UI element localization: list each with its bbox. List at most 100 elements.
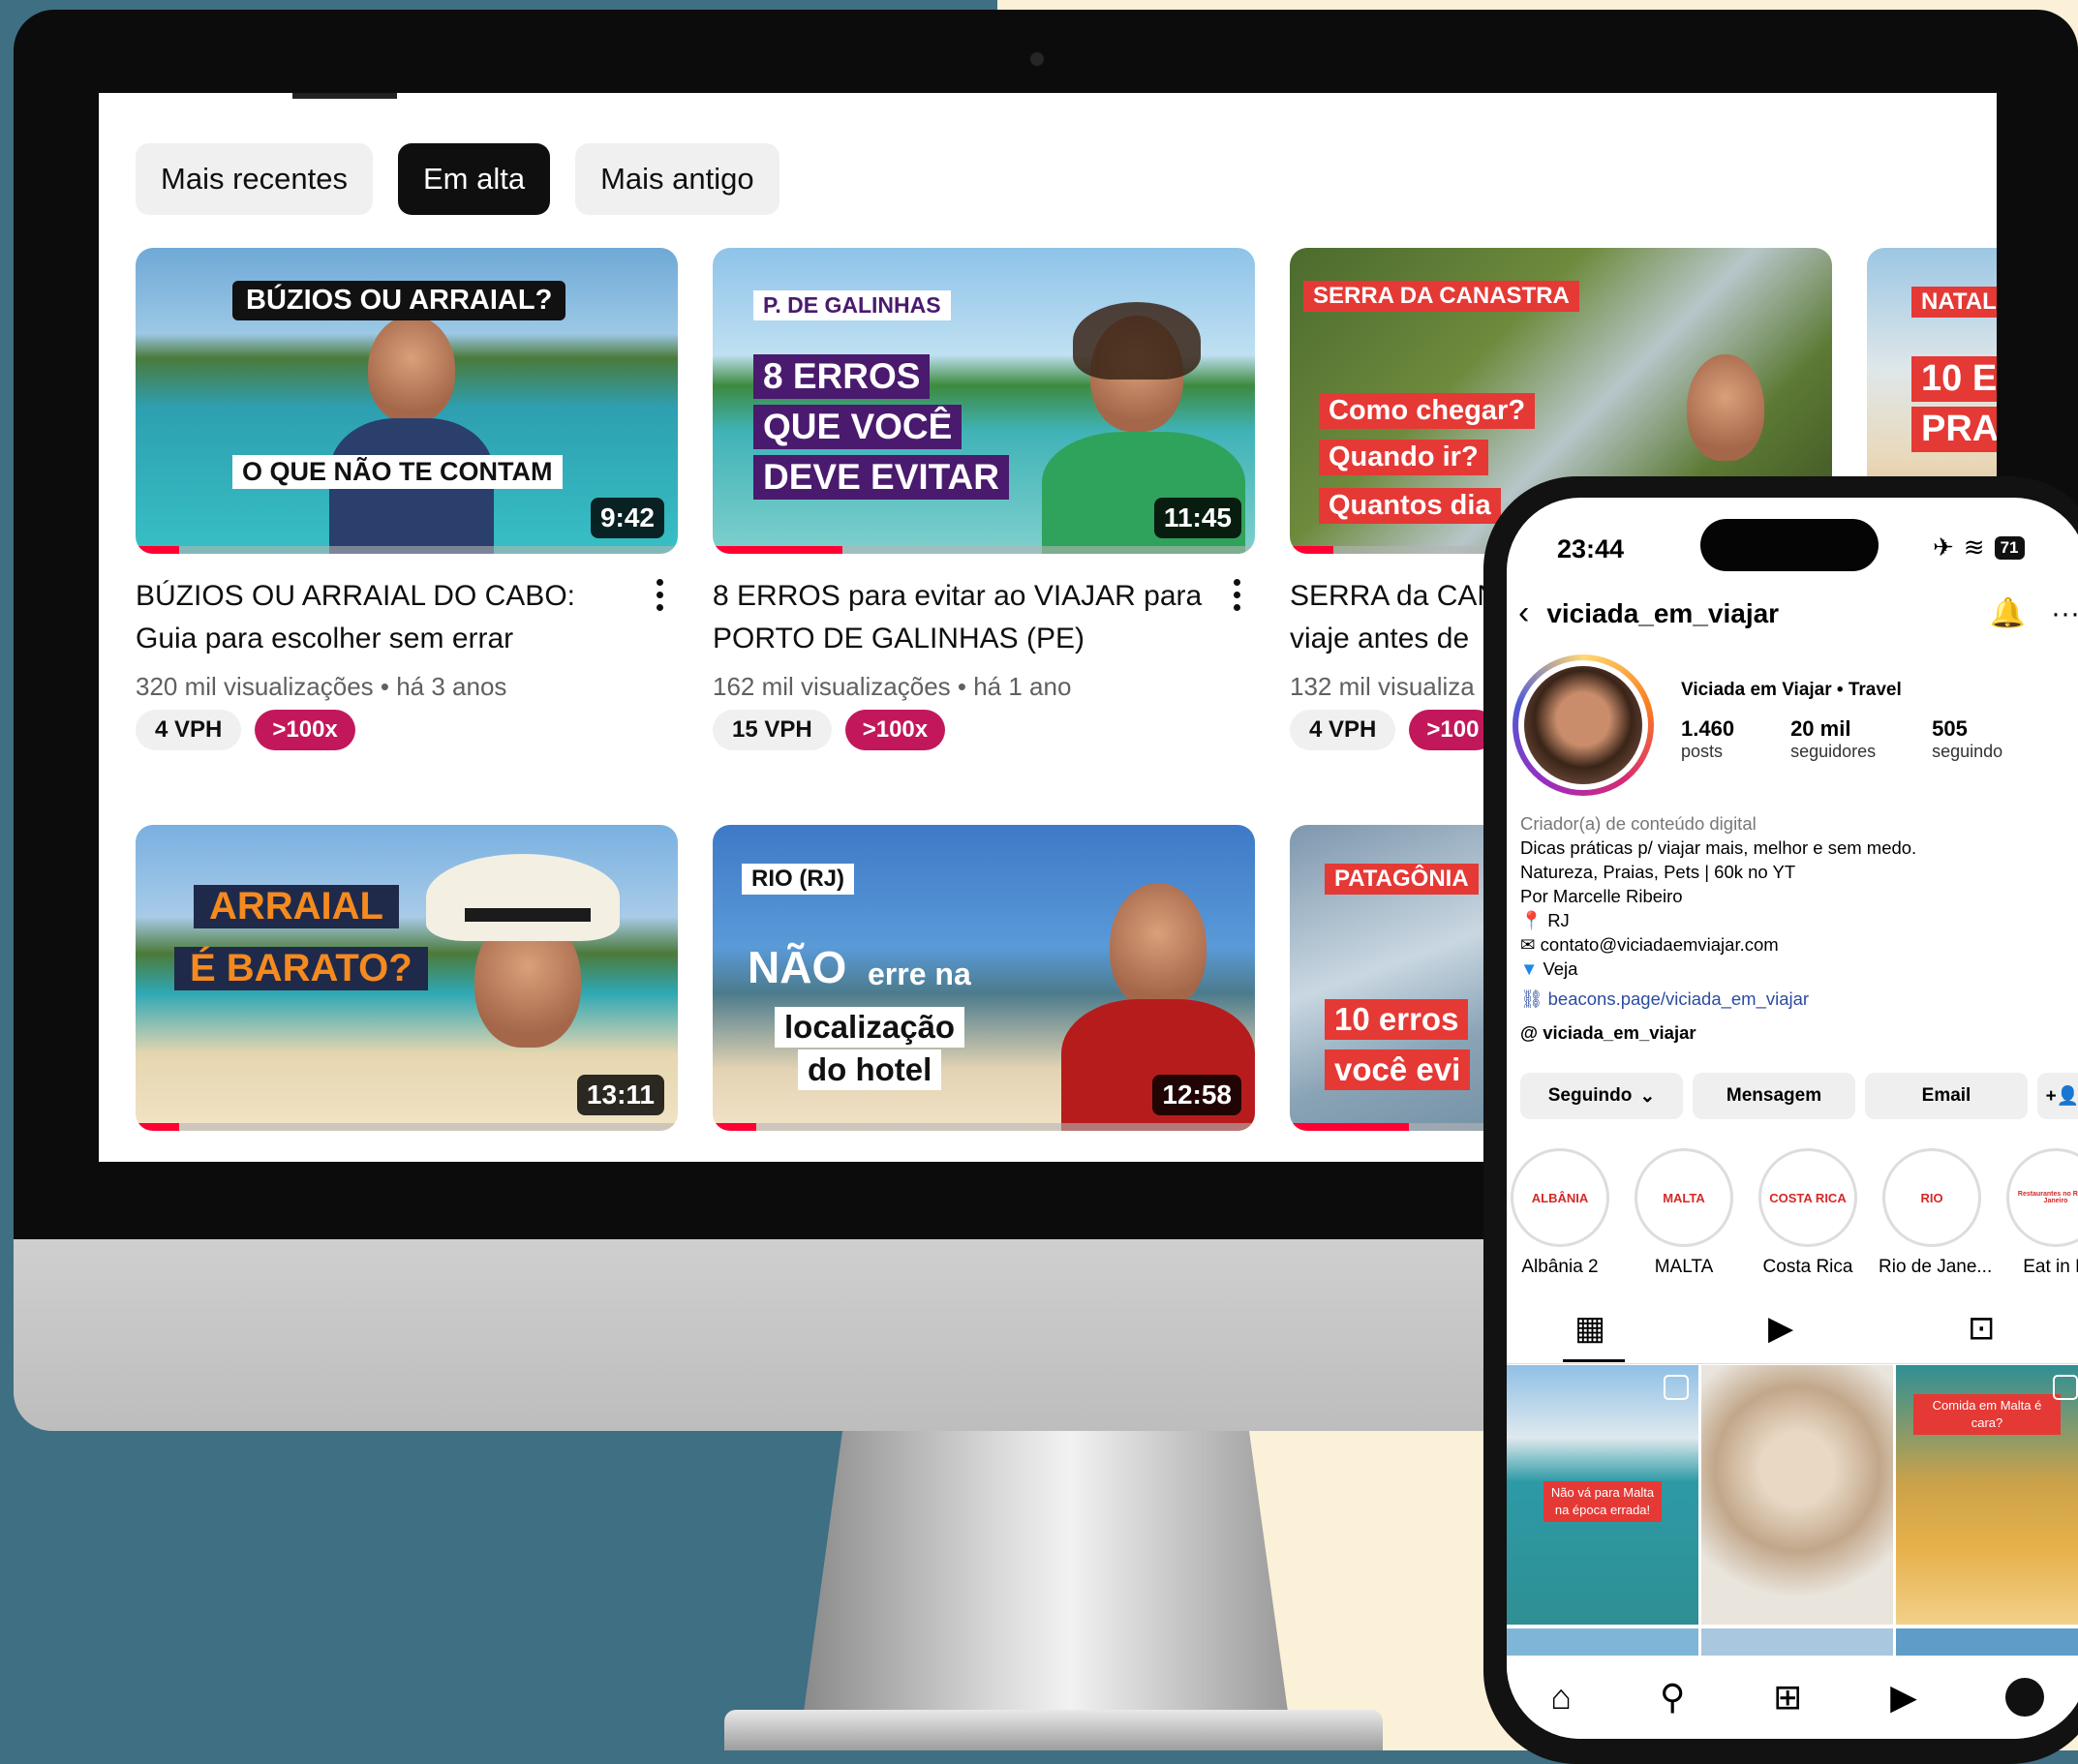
profile-display-name: Viciada em Viajar • Travel <box>1681 680 1902 700</box>
avatar[interactable] <box>1513 654 1654 796</box>
dynamic-island <box>1700 519 1879 571</box>
video-duration: 9:42 <box>590 498 664 538</box>
following-label: seguindo <box>1932 742 2003 761</box>
video-card[interactable]: ARRAIAL É BARATO? 13:11 <box>136 825 678 1131</box>
highlight-label: Rio de Jane... <box>1879 1257 1993 1277</box>
highlight-albania[interactable]: ALBÂNIA Albânia 2 <box>1507 1148 1613 1278</box>
active-tab-indicator <box>1563 1359 1625 1362</box>
more-options-icon[interactable] <box>657 579 666 617</box>
more-options-icon[interactable] <box>1234 579 1243 617</box>
thumb-overlay-top: PATAGÔNIA <box>1325 864 1479 895</box>
chip-oldest[interactable]: Mais antigo <box>575 143 779 215</box>
sun-hat <box>426 854 620 941</box>
video-thumbnail[interactable]: BÚZIOS OU ARRAIAL? O QUE NÃO TE CONTAM 9… <box>136 248 678 554</box>
post-caption-tag: Não vá para Malta na época errada! <box>1543 1481 1662 1522</box>
threads-handle[interactable]: viciada_em_viajar <box>1543 1022 1696 1043</box>
bio-line3: Por Marcelle Ribeiro <box>1520 886 1683 906</box>
add-user-icon[interactable]: +👤 <box>2037 1073 2078 1119</box>
reel-icon <box>2053 1375 2078 1400</box>
video-card[interactable]: RIO (RJ) NÃO erre na localização do hote… <box>713 825 1255 1131</box>
highlight-label: MALTA <box>1654 1257 1714 1277</box>
stat-following[interactable]: 505 seguindo <box>1932 716 2002 762</box>
highlight-rio[interactable]: RIO Rio de Jane... <box>1879 1148 1993 1278</box>
video-card[interactable]: BÚZIOS OU ARRAIAL? O QUE NÃO TE CONTAM 9… <box>136 248 678 750</box>
profile-bio: Criador(a) de conteúdo digital Dicas prá… <box>1520 811 2072 1045</box>
instagram-profile: 23:44 ✈ ≋ 71 ‹ viciada_em_viajar 🔔 ··· V… <box>1507 498 2078 1739</box>
profile-stats: 1.460 posts 20 mil seguidores 505 seguin… <box>1681 716 2002 762</box>
chip-trending[interactable]: Em alta <box>397 143 551 215</box>
outlier-badge: >100x <box>255 710 355 750</box>
thumb-overlay-line2: QUE VOCÊ <box>753 405 963 449</box>
link-icon: ⛓ <box>1520 988 1543 1009</box>
down-arrow-icon: ▼ <box>1520 958 1539 979</box>
video-title[interactable]: 8 ERROS para evitar ao VIAJAR para PORTO… <box>713 575 1216 660</box>
person-image <box>368 316 455 422</box>
thumb-overlay-line1: 8 ERROS <box>753 354 931 399</box>
outlier-badge: >100x <box>844 710 946 750</box>
post-thumbnail[interactable] <box>1701 1365 1893 1625</box>
post-thumbnail[interactable]: Não vá para Malta na época errada! <box>1507 1365 1698 1625</box>
bio-link[interactable]: beacons.page/viciada_em_viajar <box>1548 988 1809 1009</box>
highlight-cover: COSTA RICA <box>1769 1190 1847 1205</box>
bio-line2: Natureza, Praias, Pets | 60k no YT <box>1520 862 1796 882</box>
home-icon[interactable]: ⌂ <box>1550 1677 1572 1718</box>
message-button[interactable]: Mensagem <box>1693 1073 1855 1119</box>
thumb-overlay-line1: 10 E <box>1911 356 1997 402</box>
chip-recent[interactable]: Mais recentes <box>136 143 373 215</box>
email-button[interactable]: Email <box>1865 1073 2028 1119</box>
airplane-icon: ✈ <box>1933 532 1954 562</box>
thumb-overlay-line3: do hotel <box>798 1049 942 1090</box>
watch-progress-track <box>713 1123 1255 1131</box>
active-tab-indicator <box>292 93 397 99</box>
reels-nav-icon[interactable]: ▶ <box>1890 1677 1917 1718</box>
profile-category: Criador(a) de conteúdo digital <box>1520 813 1757 834</box>
highlight-label: Eat in R <box>2023 1257 2078 1277</box>
stat-followers[interactable]: 20 mil seguidores <box>1790 716 1876 762</box>
threads-icon: @ <box>1520 1022 1539 1043</box>
sort-chips: Mais recentes Em alta Mais antigo <box>136 143 779 215</box>
bell-icon[interactable]: 🔔 <box>1990 596 2026 630</box>
watch-progress-track <box>136 1123 678 1131</box>
imac-stand <box>804 1431 1288 1712</box>
watch-progress-track <box>136 546 678 554</box>
profile-header: ‹ viciada_em_viajar 🔔 ··· <box>1518 594 2078 632</box>
post-thumbnail[interactable]: Comida em Malta é cara? <box>1896 1365 2078 1625</box>
vph-badge: 15 VPH <box>713 710 832 750</box>
back-arrow-icon[interactable]: ‹ <box>1518 594 1529 632</box>
highlight-cover: Restaurantes no Rio de Janeiro <box>2017 1191 2078 1204</box>
thumb-overlay-line3: DEVE EVITAR <box>753 455 1009 500</box>
vph-badge: 4 VPH <box>136 710 242 750</box>
video-card[interactable]: P. DE GALINHAS 8 ERROS QUE VOCÊ DEVE EVI… <box>713 248 1255 750</box>
search-icon[interactable]: ⚲ <box>1660 1677 1685 1718</box>
video-thumbnail[interactable]: RIO (RJ) NÃO erre na localização do hote… <box>713 825 1255 1131</box>
video-title[interactable]: BÚZIOS OU ARRAIAL DO CABO: Guia para esc… <box>136 575 639 660</box>
thumb-overlay-top: BÚZIOS OU ARRAIAL? <box>232 281 566 320</box>
profile-actions: Seguindo ⌄ Mensagem Email +👤 <box>1520 1073 2078 1119</box>
tagged-icon[interactable]: ⊡ <box>1968 1309 1996 1348</box>
highlight-cover: RIO <box>1920 1190 1943 1205</box>
highlight-malta[interactable]: MALTA MALTA <box>1631 1148 1737 1278</box>
thumb-overlay-line3: Quantos dia <box>1319 488 1501 524</box>
bio-line1: Dicas práticas p/ viajar mais, melhor e … <box>1520 837 1917 858</box>
video-duration: 13:11 <box>576 1075 664 1115</box>
status-time: 23:44 <box>1557 534 1625 563</box>
video-thumbnail[interactable]: P. DE GALINHAS 8 ERROS QUE VOCÊ DEVE EVI… <box>713 248 1255 554</box>
thumb-overlay-line2: Quando ir? <box>1319 440 1488 475</box>
thumb-overlay-top: SERRA DA CANASTRA <box>1303 281 1579 312</box>
following-count: 505 <box>1932 716 1968 741</box>
bio-email[interactable]: contato@viciadaemviajar.com <box>1541 934 1779 955</box>
reels-icon[interactable]: ▶ <box>1768 1309 1793 1348</box>
profile-avatar-icon[interactable] <box>2004 1678 2044 1717</box>
more-icon[interactable]: ··· <box>2051 597 2078 630</box>
grid-icon[interactable]: ▦ <box>1574 1309 1605 1348</box>
thumb-overlay-line2: É BARATO? <box>174 947 428 990</box>
stat-posts[interactable]: 1.460 posts <box>1681 716 1734 762</box>
wifi-icon: ≋ <box>1963 532 1985 562</box>
watch-progress <box>713 1123 756 1131</box>
video-thumbnail[interactable]: ARRAIAL É BARATO? 13:11 <box>136 825 678 1131</box>
mail-icon: ✉ <box>1520 934 1536 955</box>
highlight-costa-rica[interactable]: COSTA RICA Costa Rica <box>1755 1148 1861 1278</box>
create-icon[interactable]: ⊞ <box>1773 1677 1802 1718</box>
following-button[interactable]: Seguindo ⌄ <box>1520 1073 1683 1119</box>
highlight-eat-in-rio[interactable]: Restaurantes no Rio de Janeiro Eat in R <box>2002 1148 2078 1278</box>
